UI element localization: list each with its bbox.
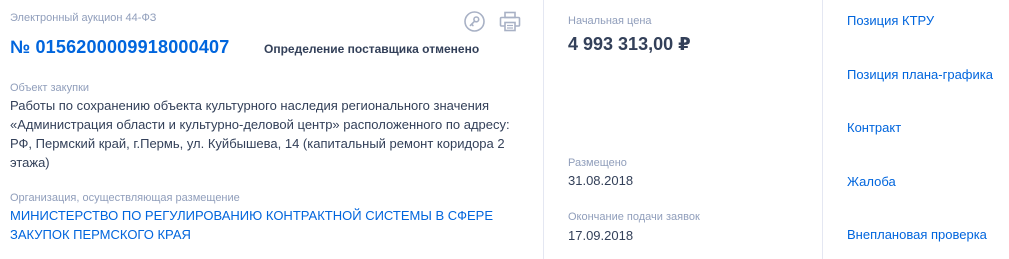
key-icon[interactable] (464, 11, 485, 32)
posted-date: 31.08.2018 (568, 173, 634, 188)
price-dates-column: Начальная цена 4 993 313,00 ₽ Размещено … (543, 0, 823, 259)
procurement-status: Определение поставщика отменено (264, 42, 480, 56)
link-plan-schedule-position[interactable]: Позиция плана-графика (847, 67, 993, 83)
link-unscheduled-inspection[interactable]: Внеплановая проверка (847, 227, 987, 243)
initial-price-value: 4 993 313,00 ₽ (568, 34, 691, 54)
object-label: Объект закупки (10, 82, 90, 94)
deadline-date: 17.09.2018 (568, 228, 634, 243)
related-links-column: Позиция КТРУ Позиция плана-графика Контр… (824, 0, 1009, 259)
procurement-type: Электронный аукцион 44-ФЗ (10, 12, 157, 24)
purchase-main-column: Электронный аукцион 44-ФЗ № 015620000991… (0, 0, 543, 259)
link-complaint[interactable]: Жалоба (847, 174, 896, 190)
registry-number-link[interactable]: № 0156200009918000407 (10, 36, 229, 58)
print-icon[interactable] (499, 11, 521, 32)
initial-price-label: Начальная цена (568, 15, 652, 27)
posted-label: Размещено (568, 157, 627, 169)
object-description: Работы по сохранению объекта культурного… (10, 98, 510, 170)
link-ktru-position[interactable]: Позиция КТРУ (847, 13, 934, 29)
organization-link[interactable]: МИНИСТЕРСТВО ПО РЕГУЛИРОВАНИЮ КОНТРАКТНО… (10, 206, 500, 244)
deadline-label: Окончание подачи заявок (568, 211, 700, 223)
organization-label: Организация, осуществляющая размещение (10, 192, 240, 204)
link-contract[interactable]: Контракт (847, 120, 901, 136)
